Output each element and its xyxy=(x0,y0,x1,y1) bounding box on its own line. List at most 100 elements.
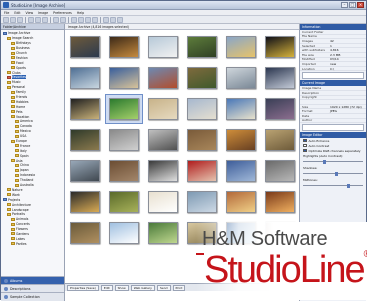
photo-thumbnail[interactable] xyxy=(66,125,104,155)
left-tab[interactable]: Albums xyxy=(1,276,64,284)
photo-thumbnail[interactable] xyxy=(261,125,299,155)
rotate-left-icon[interactable] xyxy=(53,16,59,23)
menu-item[interactable]: File xyxy=(4,11,9,15)
photo-thumbnail[interactable] xyxy=(105,156,143,186)
photo-thumbnail[interactable] xyxy=(183,32,221,62)
property-value[interactable]: 1920 x 1280 (72 dpi) xyxy=(330,105,366,109)
photo-thumbnail[interactable] xyxy=(144,125,182,155)
photo-thumbnail[interactable] xyxy=(105,32,143,62)
photo-thumbnail[interactable] xyxy=(183,156,221,186)
action-button[interactable]: Edit xyxy=(100,284,113,291)
menu-item[interactable]: View xyxy=(26,11,34,15)
zoom-in-icon[interactable] xyxy=(103,16,109,23)
help-icon[interactable] xyxy=(117,16,123,23)
left-tab[interactable]: Sample Collection xyxy=(1,292,64,300)
cut-icon[interactable] xyxy=(28,16,34,23)
photo-thumbnail[interactable] xyxy=(144,32,182,62)
photo-thumbnail[interactable] xyxy=(66,94,104,124)
photo-thumbnail[interactable] xyxy=(222,125,260,155)
close-button[interactable]: × xyxy=(357,2,364,8)
action-button[interactable]: Send xyxy=(156,284,171,291)
photo-thumbnail[interactable] xyxy=(144,156,182,186)
tree-node-label: Landscape xyxy=(12,207,29,212)
adjust-slider[interactable] xyxy=(303,159,363,164)
photo-thumbnail[interactable] xyxy=(66,156,104,186)
photo-thumbnail[interactable] xyxy=(66,218,104,248)
action-button[interactable]: Web Gallery xyxy=(130,284,155,291)
adjust-slider[interactable] xyxy=(303,183,363,188)
open-icon[interactable] xyxy=(10,16,16,23)
photo-thumbnail[interactable] xyxy=(144,63,182,93)
action-button[interactable]: Properties (Save) xyxy=(67,284,99,291)
property-value[interactable]: C:\ xyxy=(330,67,366,71)
web-icon[interactable] xyxy=(92,16,98,23)
print-icon[interactable] xyxy=(78,16,84,23)
photo-thumbnail[interactable] xyxy=(144,218,182,248)
slideshow-icon[interactable] xyxy=(71,16,77,23)
menu-item[interactable]: Image xyxy=(38,11,48,15)
photo-thumbnail[interactable] xyxy=(144,94,182,124)
photo-thumbnail[interactable] xyxy=(261,63,299,93)
photo-thumbnail[interactable] xyxy=(105,63,143,93)
photo-thumbnail[interactable] xyxy=(66,63,104,93)
photo-thumbnail[interactable] xyxy=(261,32,299,62)
folder-icon xyxy=(11,100,15,104)
brand-overlay: H&M Software StudioLine® xyxy=(196,222,367,300)
property-value[interactable]: 1 xyxy=(330,44,366,48)
maximize-button[interactable]: □ xyxy=(349,2,356,8)
action-button[interactable]: Show xyxy=(114,284,129,291)
checkbox-box[interactable] xyxy=(303,143,307,148)
menu-item[interactable]: Preferences xyxy=(53,11,72,15)
photo-thumbnail[interactable] xyxy=(261,94,299,124)
action-button[interactable]: Print xyxy=(172,284,186,291)
toolbar-separator xyxy=(50,16,51,23)
tree-node-label: Italy xyxy=(20,148,27,153)
text-field[interactable] xyxy=(302,124,364,132)
checkbox-box[interactable] xyxy=(303,148,307,153)
photo-thumbnail[interactable] xyxy=(222,187,260,217)
tree-node[interactable]: Parties xyxy=(2,241,63,246)
email-icon[interactable] xyxy=(85,16,91,23)
photo-thumbnail[interactable] xyxy=(144,187,182,217)
paste-icon[interactable] xyxy=(42,16,48,23)
text-field[interactable] xyxy=(302,72,364,80)
photo-thumbnail[interactable] xyxy=(183,94,221,124)
photo-thumbnail[interactable] xyxy=(105,94,143,124)
property-value[interactable]: 03/14 xyxy=(330,57,366,61)
slider-knob[interactable] xyxy=(347,183,350,188)
adjust-slider[interactable] xyxy=(303,171,363,176)
photo-thumbnail[interactable] xyxy=(222,156,260,186)
property-value[interactable]: new xyxy=(330,62,366,66)
menu-item[interactable]: Help xyxy=(77,11,84,15)
option-checkbox[interactable]: Optimize RGB channels separately xyxy=(300,148,366,153)
photo-thumbnail[interactable] xyxy=(105,125,143,155)
photo-thumbnail[interactable] xyxy=(222,32,260,62)
photo-thumbnail[interactable] xyxy=(261,156,299,186)
minimize-button[interactable]: – xyxy=(341,2,348,8)
photo-thumbnail[interactable] xyxy=(105,218,143,248)
property-value[interactable]: 4,816 xyxy=(330,48,366,52)
photo-thumbnail[interactable] xyxy=(66,32,104,62)
new-icon[interactable] xyxy=(3,16,9,23)
property-value[interactable]: 2.3 MB xyxy=(330,53,366,57)
rotate-right-icon[interactable] xyxy=(60,16,66,23)
property-key: Date xyxy=(302,113,310,118)
property-value[interactable]: JPEG xyxy=(330,109,366,113)
copy-icon[interactable] xyxy=(35,16,41,23)
property-value[interactable]: 42 xyxy=(330,39,366,43)
slider-knob[interactable] xyxy=(323,159,326,164)
photo-thumbnail[interactable] xyxy=(183,125,221,155)
photo-thumbnail[interactable] xyxy=(222,63,260,93)
photo-thumbnail[interactable] xyxy=(261,187,299,217)
menu-item[interactable]: Edit xyxy=(14,11,20,15)
photo-thumbnail[interactable] xyxy=(105,187,143,217)
zoom-out-icon[interactable] xyxy=(110,16,116,23)
save-icon[interactable] xyxy=(17,16,23,23)
slider-knob[interactable] xyxy=(335,171,338,176)
checkbox-box[interactable] xyxy=(303,138,307,143)
photo-thumbnail[interactable] xyxy=(66,187,104,217)
photo-thumbnail[interactable] xyxy=(183,63,221,93)
photo-thumbnail[interactable] xyxy=(183,187,221,217)
photo-thumbnail[interactable] xyxy=(222,94,260,124)
left-tab[interactable]: Descriptions xyxy=(1,284,64,292)
